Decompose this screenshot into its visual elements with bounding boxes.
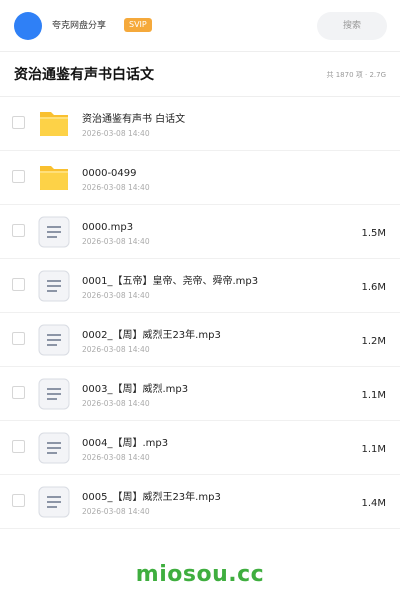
file-name: 0001_【五帝】皇帝、尧帝、舜帝.mp3 (82, 276, 259, 287)
svip-badge: SVIP (124, 18, 152, 32)
top-bar: 夸克网盘分享 SVIP 搜索 (0, 0, 400, 52)
select-checkbox[interactable] (12, 386, 25, 399)
file-name: 0004_【周】.mp3 (82, 438, 169, 449)
audio-file-icon (38, 270, 70, 302)
list-item[interactable]: 0000-0499 2026-03-08 14:40 (0, 151, 400, 205)
file-size: 1.4M (361, 498, 386, 509)
file-name: 0000.mp3 (82, 222, 134, 233)
list-item[interactable]: 0001_【五帝】皇帝、尧帝、舜帝.mp3 2026-03-08 14:40 1… (0, 259, 400, 313)
file-date: 2026-03-08 14:40 (82, 129, 150, 138)
audio-file-icon (38, 324, 70, 356)
file-date: 2026-03-08 14:40 (82, 345, 150, 354)
audio-file-icon (38, 378, 70, 410)
select-checkbox[interactable] (12, 440, 25, 453)
list-item[interactable]: 0004_【周】.mp3 2026-03-08 14:40 1.1M (0, 421, 400, 475)
file-size: 1.1M (361, 390, 386, 401)
share-user-name: 夸克网盘分享 (52, 21, 107, 31)
select-checkbox[interactable] (12, 494, 25, 507)
folder-header: 资治通鉴有声书白话文 共 1870 项 · 2.7G (0, 53, 400, 97)
file-size: 1.5M (361, 228, 386, 239)
file-list: 资治通鉴有声书 白话文 2026-03-08 14:40 0000-0499 2… (0, 97, 400, 529)
file-name: 资治通鉴有声书 白话文 (82, 114, 186, 125)
audio-file-icon (38, 216, 70, 248)
file-date: 2026-03-08 14:40 (82, 453, 150, 462)
file-date: 2026-03-08 14:40 (82, 507, 150, 516)
list-item[interactable]: 0002_【周】威烈王23年.mp3 2026-03-08 14:40 1.2M (0, 313, 400, 367)
list-item[interactable]: 0000.mp3 2026-03-08 14:40 1.5M (0, 205, 400, 259)
file-date: 2026-03-08 14:40 (82, 237, 150, 246)
file-name: 0003_【周】威烈.mp3 (82, 384, 189, 395)
avatar[interactable] (14, 12, 42, 40)
folder-icon (38, 162, 70, 194)
file-size: 1.2M (361, 336, 386, 347)
file-size: 1.6M (361, 282, 386, 293)
file-date: 2026-03-08 14:40 (82, 183, 150, 192)
select-checkbox[interactable] (12, 116, 25, 129)
list-item[interactable]: 资治通鉴有声书 白话文 2026-03-08 14:40 (0, 97, 400, 151)
select-checkbox[interactable] (12, 170, 25, 183)
file-name: 0000-0499 (82, 168, 137, 179)
list-item[interactable]: 0005_【周】威烈王23年.mp3 2026-03-08 14:40 1.4M (0, 475, 400, 529)
file-date: 2026-03-08 14:40 (82, 399, 150, 408)
folder-icon (38, 108, 70, 140)
audio-file-icon (38, 486, 70, 518)
select-checkbox[interactable] (12, 224, 25, 237)
file-name: 0002_【周】威烈王23年.mp3 (82, 330, 221, 341)
page-title: 资治通鉴有声书白话文 (14, 67, 154, 83)
select-checkbox[interactable] (12, 332, 25, 345)
list-item[interactable]: 0003_【周】威烈.mp3 2026-03-08 14:40 1.1M (0, 367, 400, 421)
file-name: 0005_【周】威烈王23年.mp3 (82, 492, 221, 503)
watermark: miosou.cc (135, 562, 265, 587)
file-size: 1.1M (361, 444, 386, 455)
audio-file-icon (38, 432, 70, 464)
file-date: 2026-03-08 14:40 (82, 291, 150, 300)
folder-summary: 共 1870 项 · 2.7G (326, 71, 387, 79)
select-checkbox[interactable] (12, 278, 25, 291)
search-button[interactable]: 搜索 (317, 12, 387, 40)
